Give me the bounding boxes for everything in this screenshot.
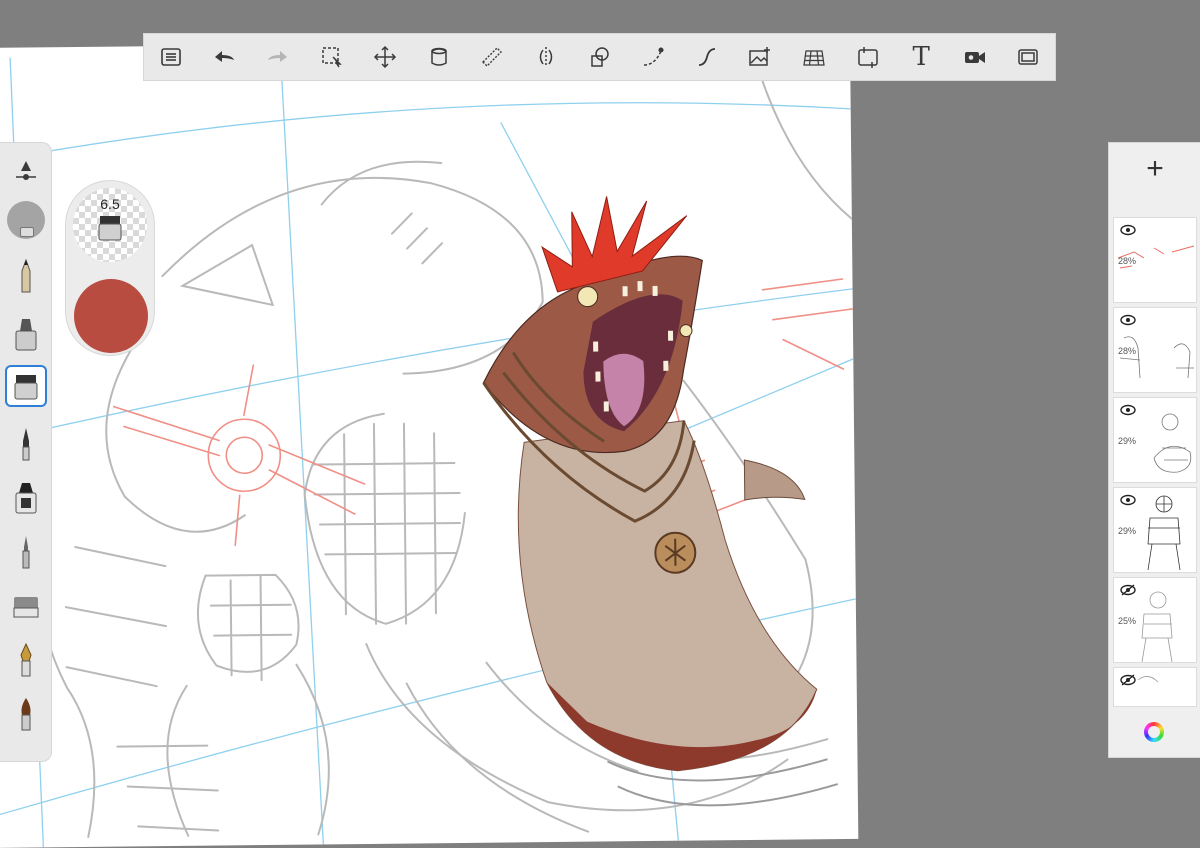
round-brush-icon[interactable] <box>5 693 47 735</box>
layer-item[interactable] <box>1113 667 1197 707</box>
visibility-eye-icon[interactable] <box>1120 404 1136 416</box>
eraser-icon[interactable] <box>5 585 47 627</box>
brush-size-value: 6.5 <box>100 196 120 212</box>
fineliner-icon[interactable] <box>5 531 47 573</box>
record-icon[interactable] <box>948 34 1002 80</box>
hidden-eye-icon[interactable] <box>1120 584 1136 596</box>
current-color-swatch[interactable] <box>74 279 148 353</box>
fullscreen-icon[interactable] <box>1002 34 1056 80</box>
paint-brush-icon[interactable] <box>5 477 47 519</box>
layer-item[interactable]: 29% <box>1113 487 1197 573</box>
ruler-icon[interactable] <box>466 34 520 80</box>
layer-opacity: 28% <box>1118 256 1137 266</box>
airbrush-preview-icon <box>98 216 122 241</box>
pencil-brush-icon[interactable] <box>5 255 47 297</box>
text-icon[interactable]: T <box>894 34 948 80</box>
redo-icon[interactable] <box>251 34 305 80</box>
visibility-eye-icon[interactable] <box>1120 494 1136 506</box>
layer-item[interactable]: 25% <box>1113 577 1197 663</box>
visibility-eye-icon[interactable] <box>1120 224 1136 236</box>
artwork <box>0 38 856 848</box>
brush-size-icon[interactable] <box>5 199 47 241</box>
shape-icon[interactable] <box>573 34 627 80</box>
fountain-pen-icon[interactable] <box>5 639 47 681</box>
select-icon[interactable] <box>305 34 359 80</box>
perspective-icon[interactable] <box>787 34 841 80</box>
symmetry-icon[interactable] <box>519 34 573 80</box>
brush-puck[interactable]: 6.5 <box>65 180 155 356</box>
canvas-icon[interactable] <box>841 34 895 80</box>
top-toolbar: T <box>143 33 1056 81</box>
marker-brush-icon[interactable] <box>5 313 47 355</box>
layer-item[interactable]: 29% <box>1113 397 1197 483</box>
visibility-eye-icon[interactable] <box>1120 314 1136 326</box>
brush-settings-icon[interactable] <box>5 151 47 193</box>
layer-opacity: 25% <box>1118 616 1137 626</box>
brush-palette <box>0 142 52 762</box>
layers-panel: + 28% 28% 29% 29% 25% <box>1108 142 1200 758</box>
hidden-eye-icon[interactable] <box>1120 674 1136 686</box>
drawing-canvas[interactable] <box>0 38 859 848</box>
transform-icon[interactable] <box>358 34 412 80</box>
color-wheel-icon[interactable] <box>1144 722 1164 742</box>
menu-icon[interactable] <box>144 34 198 80</box>
add-image-icon[interactable] <box>734 34 788 80</box>
brush-size-control[interactable]: 6.5 <box>73 188 147 262</box>
layer-opacity: 29% <box>1118 526 1137 536</box>
airbrush-icon[interactable] <box>5 365 47 407</box>
stroke-icon[interactable] <box>680 34 734 80</box>
layer-opacity: 28% <box>1118 346 1137 356</box>
layer-item[interactable]: 28% <box>1113 307 1197 393</box>
add-layer-button[interactable]: + <box>1109 143 1200 195</box>
layer-item[interactable]: 28% <box>1113 217 1197 303</box>
fill-icon[interactable] <box>412 34 466 80</box>
ink-pen-icon[interactable] <box>5 423 47 465</box>
curve-icon[interactable] <box>626 34 680 80</box>
layer-opacity: 29% <box>1118 436 1137 446</box>
undo-icon[interactable] <box>198 34 252 80</box>
